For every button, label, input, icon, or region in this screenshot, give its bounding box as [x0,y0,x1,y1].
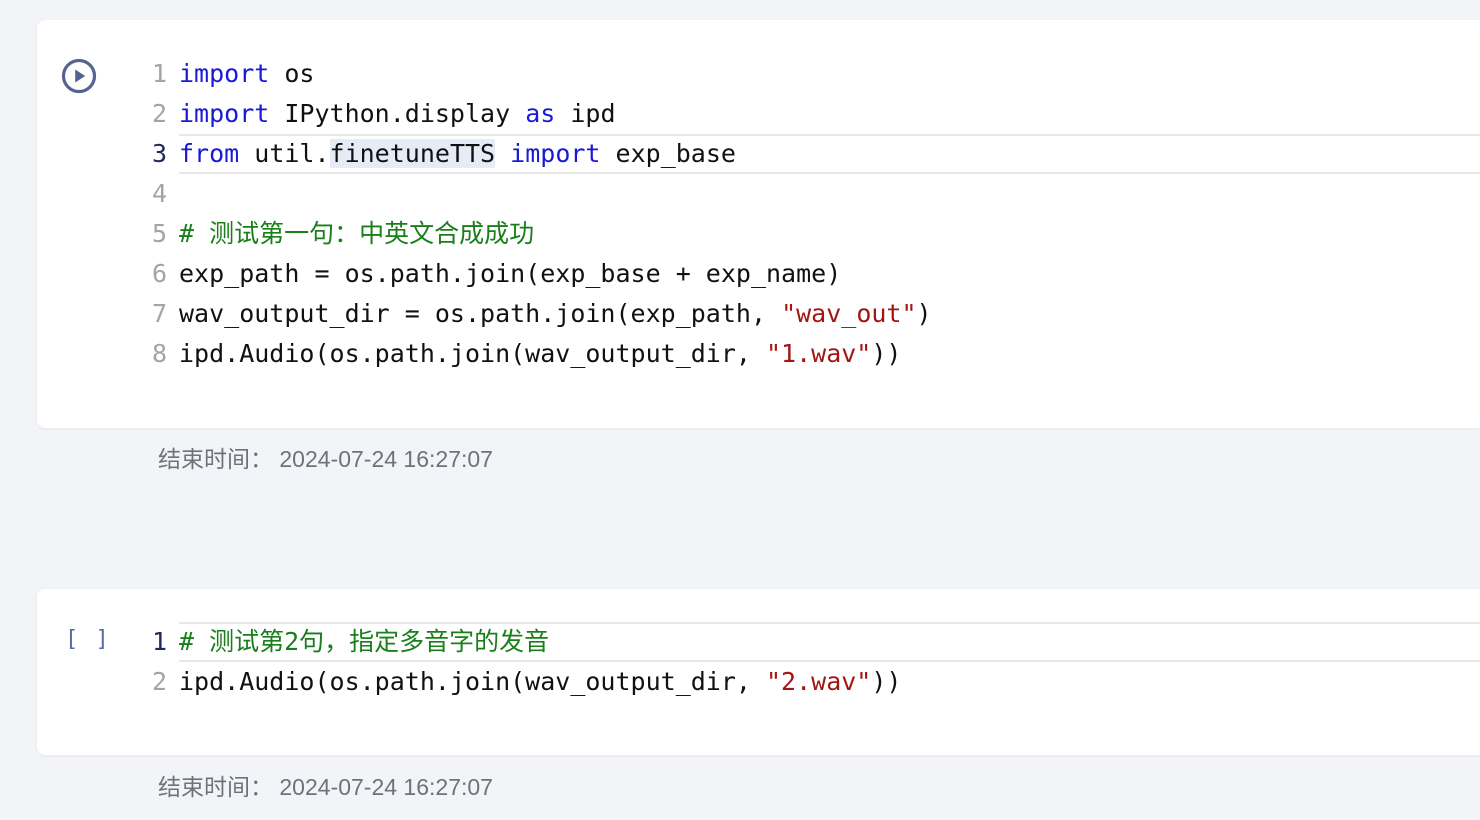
code-token: ) [916,299,932,328]
code-token: ipd.Audio(os.path.join(wav_output_dir, [179,667,766,696]
line-number: 4 [151,179,167,208]
code-token: )) [871,667,902,696]
code-text: # 测试第一句：中英文合成成功 [179,214,534,254]
line-number: 1 [151,59,167,88]
execution-count: [ ] [65,627,111,652]
code-cell-1[interactable]: 1 import os 2 import IPython.display as ipd… [37,20,1480,428]
line-number: 5 [151,219,167,248]
code-line[interactable]: 1 import os [137,54,1480,94]
string-token: "2.wav" [766,667,872,696]
comment-token: # 测试第一句：中英文合成成功 [179,219,535,248]
line-number: 7 [151,299,167,328]
string-token: "wav_out" [781,299,917,328]
comment-token: # 测试第2句，指定多音字的发音 [179,627,550,656]
keyword-token: import [179,99,270,128]
keyword-token: import [510,139,601,168]
code-text: ipd.Audio(os.path.join(wav_output_dir, "… [179,334,901,374]
code-token: IPython.display [269,99,526,128]
string-token: "1.wav" [766,339,872,368]
code-line[interactable]: 4 [137,174,1480,214]
code-token: ipd.Audio(os.path.join(wav_output_dir, [179,339,766,368]
play-circle-icon [61,58,97,94]
code-token: wav_output_dir = os.path.join(exp_path, [179,299,782,328]
code-line[interactable]: 2 ipd.Audio(os.path.join(wav_output_dir, … [137,662,1480,702]
code-token: finetuneTTS [329,139,496,168]
code-token: exp_base [600,139,736,168]
code-line[interactable]: 8 ipd.Audio(os.path.join(wav_output_dir, … [137,334,1480,374]
code-cell-2[interactable]: [ ] 1 # 测试第2句，指定多音字的发音 2 ipd.Audio(os.path.… [37,589,1480,755]
code-editor[interactable]: 1 import os 2 import IPython.display as ipd… [137,54,1480,374]
keyword-token: from [179,139,240,168]
run-cell-button[interactable] [61,58,97,94]
line-number: 2 [151,667,167,696]
code-line[interactable]: 1 # 测试第2句，指定多音字的发音 [137,622,1480,662]
code-text: ipd.Audio(os.path.join(wav_output_dir, "… [179,662,901,702]
code-line[interactable]: 6 exp_path = os.path.join(exp_base + exp_… [137,254,1480,294]
code-token: os [269,59,315,88]
code-line[interactable]: 3 from util.finetuneTTS import exp_base [137,134,1480,174]
code-token: exp_path = os.path.join(exp_base + exp_n… [179,259,842,288]
cell-end-time: 结束时间： 2024-07-24 16:27:07 [158,774,493,800]
code-line[interactable]: 2 import IPython.display as ipd [137,94,1480,134]
code-text: # 测试第2句，指定多音字的发音 [179,622,549,662]
line-number: 6 [151,259,167,288]
code-token: )) [871,339,902,368]
code-token: ipd [555,99,616,128]
line-number: 3 [151,139,167,168]
keyword-token: import [179,59,270,88]
code-editor[interactable]: 1 # 测试第2句，指定多音字的发音 2 ipd.Audio(os.path.join… [137,622,1480,702]
line-number: 2 [151,99,167,128]
code-line[interactable]: 7 wav_output_dir = os.path.join(exp_path,… [137,294,1480,334]
line-number: 1 [151,627,167,656]
line-number: 8 [151,339,167,368]
code-text: exp_path = os.path.join(exp_base + exp_n… [179,254,841,294]
code-text: wav_output_dir = os.path.join(exp_path, … [179,294,932,334]
code-text: import IPython.display as ipd [179,94,616,134]
code-token: util. [239,139,330,168]
cell-end-time: 结束时间： 2024-07-24 16:27:07 [158,446,493,472]
code-text: from util.finetuneTTS import exp_base [179,134,736,174]
code-line[interactable]: 5 # 测试第一句：中英文合成成功 [137,214,1480,254]
code-text: import os [179,54,314,94]
keyword-token: as [525,99,556,128]
